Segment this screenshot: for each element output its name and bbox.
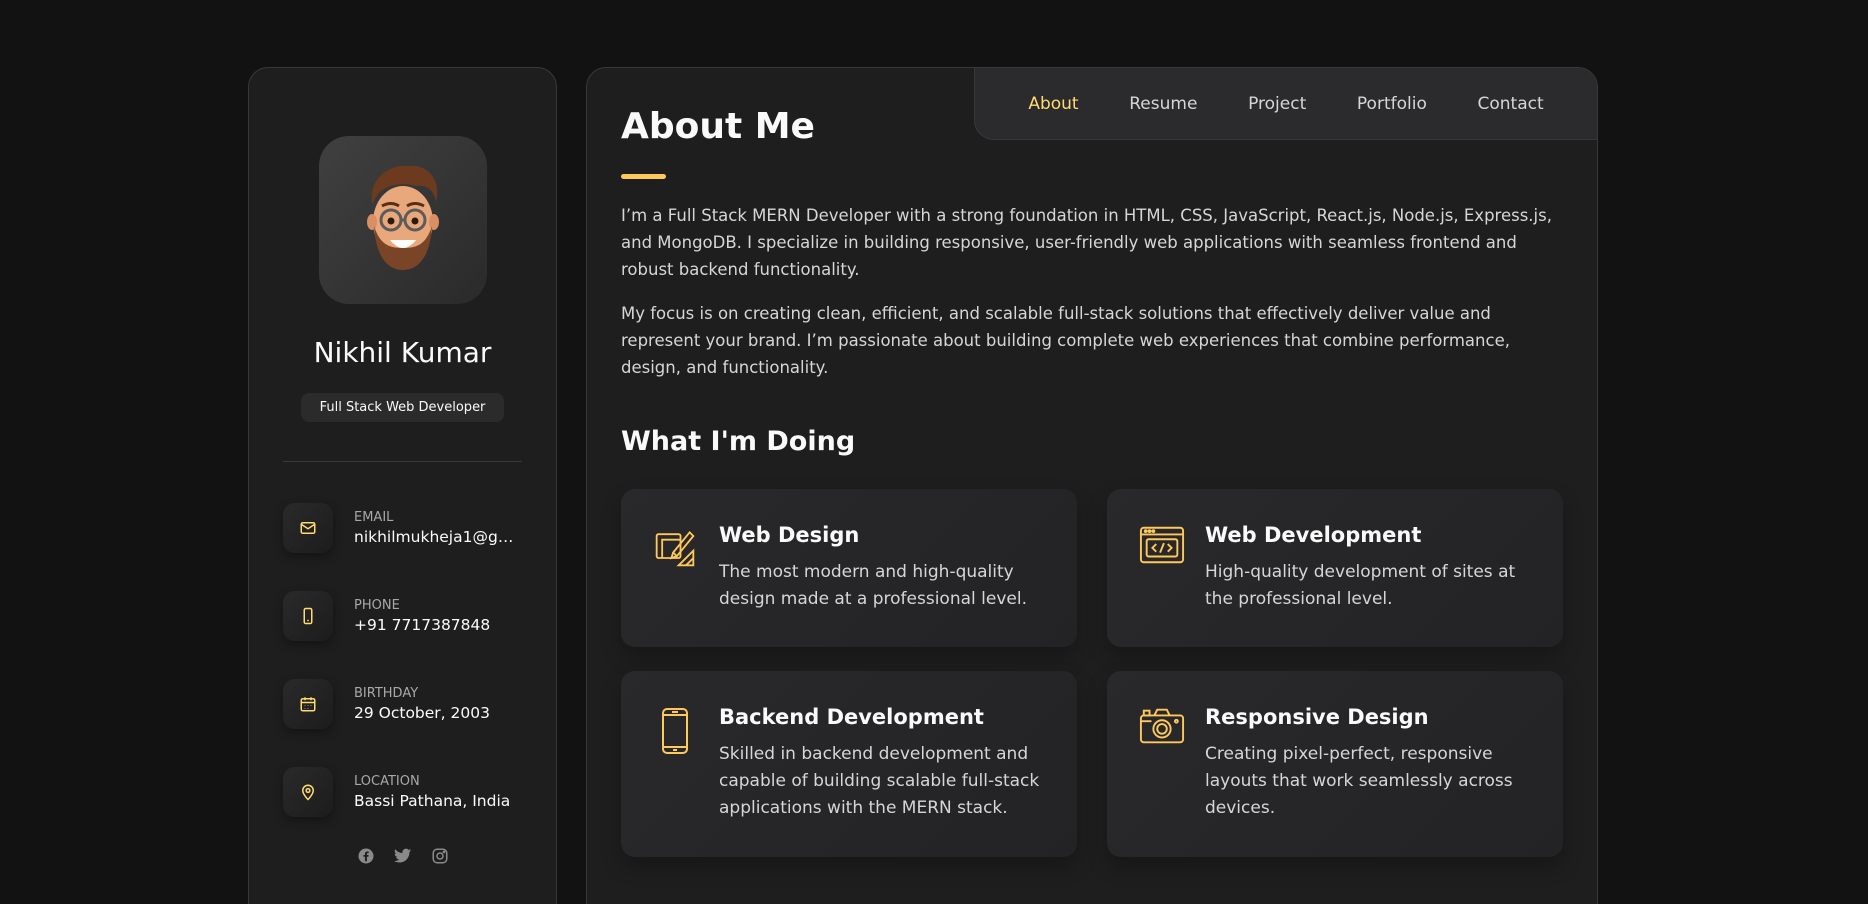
service-title: Web Development	[1205, 523, 1422, 547]
contact-label: BIRTHDAY	[354, 686, 419, 701]
facebook-icon[interactable]	[357, 847, 375, 865]
service-text: High-quality development of sites at the…	[1205, 562, 1516, 609]
service-text: The most modern and high-quality design …	[719, 562, 1027, 609]
service-text: Skilled in backend development and capab…	[719, 744, 1040, 818]
contact-label: PHONE	[354, 598, 400, 613]
about-paragraph-2: My focus is on creating clean, efficient…	[621, 304, 1510, 377]
about-paragraph-1: I’m a Full Stack MERN Developer with a s…	[621, 206, 1552, 279]
contact-birthday: BIRTHDAY 29 October, 2003	[283, 674, 536, 734]
mobile-icon	[653, 707, 697, 754]
service-title: Responsive Design	[1205, 705, 1429, 729]
page-title: About Me	[621, 106, 815, 147]
nav-contact[interactable]: Contact	[1478, 94, 1544, 114]
camera-icon	[1139, 707, 1185, 751]
contact-label: LOCATION	[354, 774, 420, 789]
service-card-web-development: Web Development High-quality development…	[1107, 489, 1563, 647]
service-card-backend-development: Backend Development Skilled in backend d…	[621, 671, 1077, 857]
nav-about[interactable]: About	[1028, 94, 1078, 114]
navbar: About Resume Project Portfolio Contact	[974, 68, 1597, 140]
nav-project[interactable]: Project	[1248, 94, 1306, 114]
sidebar-separator	[283, 461, 522, 462]
phone-icon	[283, 591, 333, 641]
location-value: Bassi Pathana, India	[354, 792, 511, 810]
memoji-avatar-image	[367, 165, 439, 270]
nav-resume[interactable]: Resume	[1129, 94, 1197, 114]
sidebar: Nikhil Kumar Full Stack Web Developer EM…	[248, 67, 557, 904]
service-card-web-design: Web Design The most modern and high-qual…	[621, 489, 1077, 647]
main-content: About Resume Project Portfolio Contact A…	[586, 67, 1598, 904]
title-underline	[621, 174, 666, 179]
social-links	[249, 847, 556, 865]
design-icon	[653, 525, 697, 569]
contact-phone: PHONE +91 7717387848	[283, 586, 536, 646]
instagram-icon[interactable]	[431, 847, 449, 865]
service-title: Web Design	[719, 523, 860, 547]
twitter-icon[interactable]	[393, 847, 412, 865]
profile-title-badge: Full Stack Web Developer	[300, 393, 505, 422]
service-card-responsive-design: Responsive Design Creating pixel-perfect…	[1107, 671, 1563, 857]
location-icon	[283, 767, 333, 817]
email-link[interactable]: nikhilmukheja1@gmail.com	[354, 528, 519, 546]
contact-location: LOCATION Bassi Pathana, India	[283, 762, 536, 822]
avatar	[319, 136, 487, 304]
contact-label: EMAIL	[354, 510, 394, 525]
phone-link[interactable]: +91 7717387848	[354, 616, 490, 634]
service-title: Backend Development	[719, 705, 984, 729]
section-title-doing: What I'm Doing	[621, 426, 856, 457]
nav-portfolio[interactable]: Portfolio	[1357, 94, 1427, 114]
contact-email: EMAIL nikhilmukheja1@gmail.com	[283, 498, 536, 558]
code-icon	[1139, 525, 1185, 569]
service-text: Creating pixel-perfect, responsive layou…	[1205, 744, 1513, 818]
mail-icon	[283, 503, 333, 553]
calendar-icon	[283, 679, 333, 729]
birthday-value: 29 October, 2003	[354, 704, 490, 722]
profile-name: Nikhil Kumar	[313, 336, 492, 369]
